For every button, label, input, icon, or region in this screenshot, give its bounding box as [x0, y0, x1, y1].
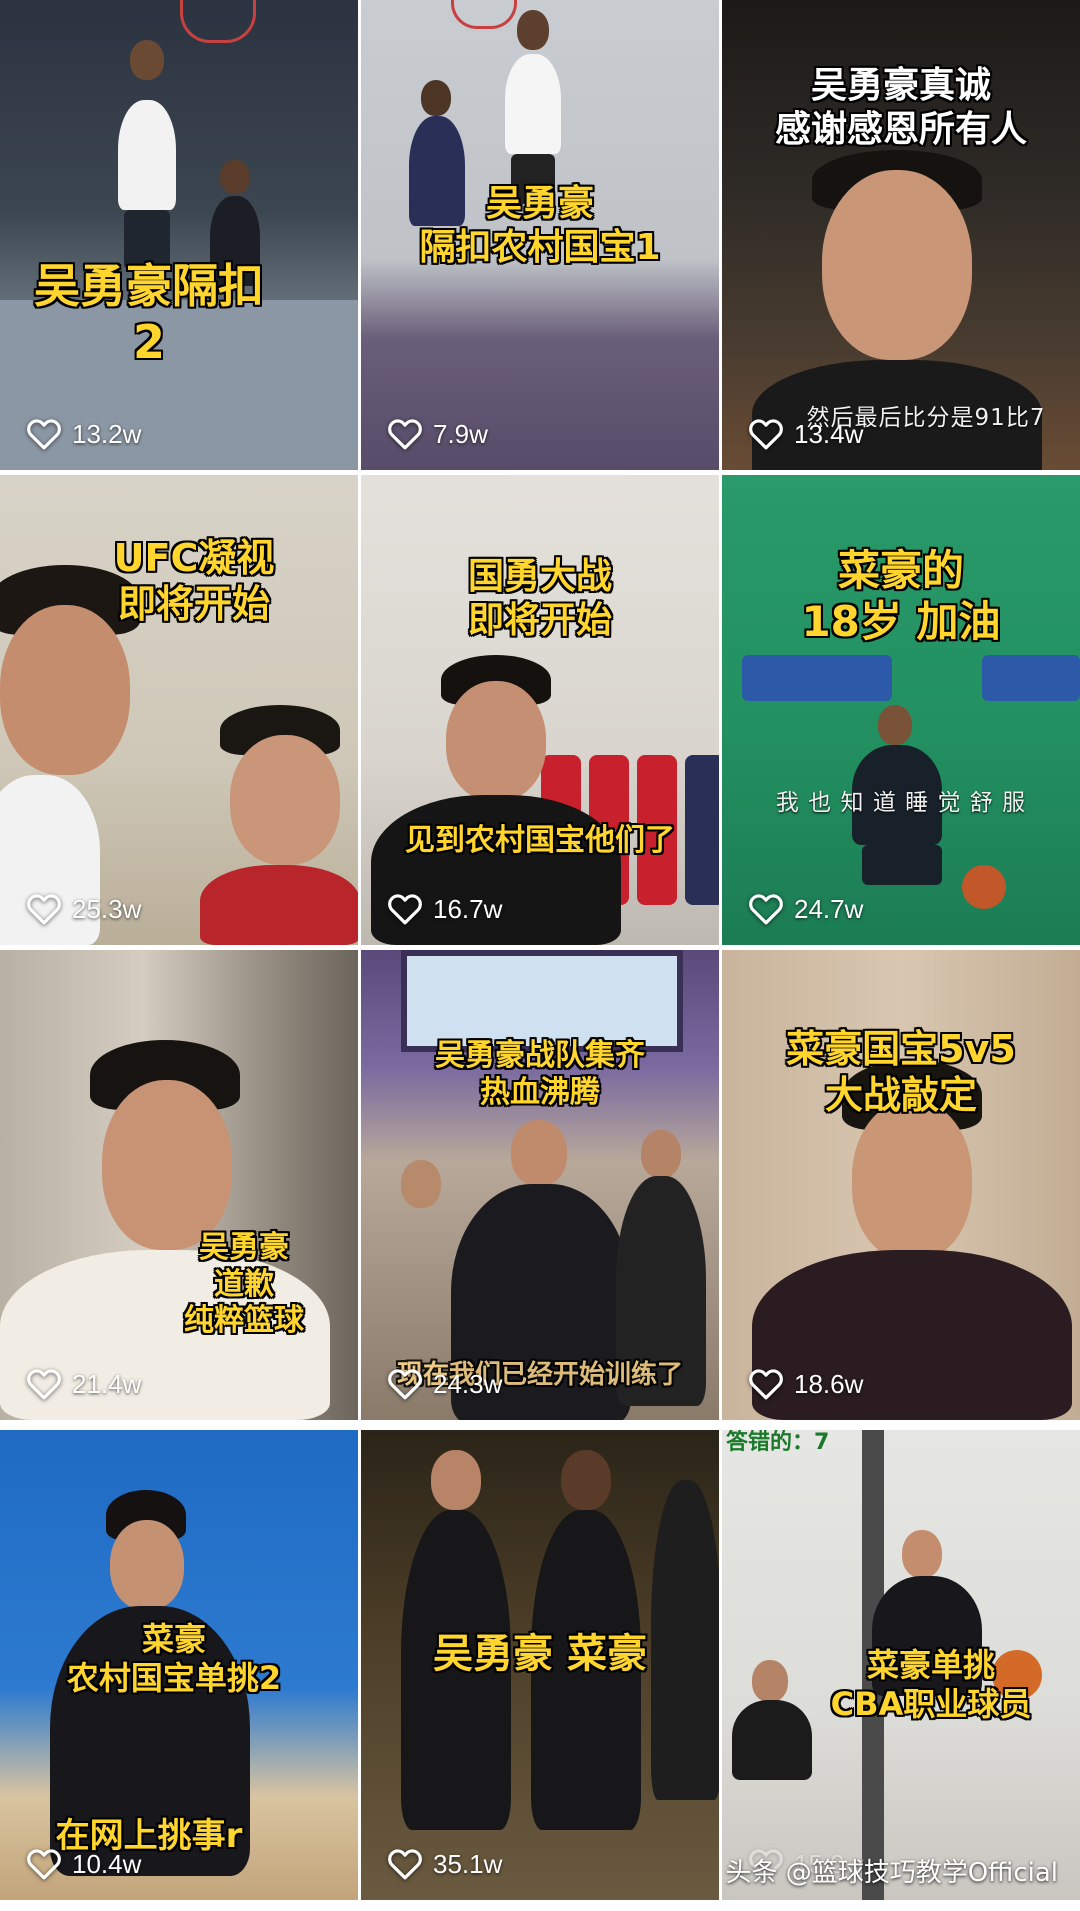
video-tile-11[interactable]: 吴勇豪 菜豪 35.1w [361, 1430, 719, 1900]
like-count-value: 24.7w [794, 893, 864, 924]
like-count-value: 21.4w [72, 1368, 142, 1399]
video-tile-6[interactable]: 菜豪的 18岁 加油 我 也 知 道 睡 觉 舒 服 24.7w [722, 475, 1080, 945]
like-count-value: 13.2w [72, 418, 142, 449]
video-caption: 吴勇豪 道歉 纯粹篮球 [184, 1230, 304, 1339]
like-count: 25.3w [26, 893, 141, 925]
like-count: 24.7w [748, 893, 863, 925]
video-tile-3[interactable]: 吴勇豪真诚 感谢感恩所有人 然后最后比分是91比7 13.4w [722, 0, 1080, 470]
heart-outline-icon [27, 1369, 61, 1400]
like-count: 13.2w [26, 418, 141, 450]
like-count: 18.6w [748, 1368, 863, 1400]
video-caption: 吴勇豪 隔扣农村国宝1 [419, 183, 661, 268]
like-count-value: 16.7w [433, 893, 503, 924]
like-count-value: 24.3w [433, 1368, 503, 1399]
video-caption: 菜豪 农村国宝单挑2 [66, 1620, 282, 1698]
like-count-value: 10.4w [72, 1848, 142, 1879]
heart-outline-icon [749, 419, 783, 450]
heart-outline-icon [388, 1369, 422, 1400]
like-count: 16.7w [387, 893, 502, 925]
video-caption: 吴勇豪 菜豪 [433, 1631, 647, 1677]
source-watermark: 头条 @篮球技巧教学Official [725, 1858, 1058, 1888]
heart-outline-icon [749, 1369, 783, 1400]
video-tile-12[interactable]: 菜豪单挑 CBA职业球员 答错的：7 15.0w [722, 1430, 1080, 1900]
like-count: 13.4w [748, 418, 863, 450]
video-caption: 菜豪单挑 CBA职业球员 [830, 1646, 1032, 1724]
heart-outline-icon [27, 419, 61, 450]
video-tile-2[interactable]: 吴勇豪 隔扣农村国宝1 7.9w [361, 0, 719, 470]
blue-chairs [982, 655, 1080, 701]
video-tile-7[interactable]: 吴勇豪 道歉 纯粹篮球 21.4w [0, 950, 358, 1420]
like-count-value: 13.4w [794, 418, 864, 449]
heart-outline-icon [27, 1849, 61, 1880]
video-tile-10[interactable]: 菜豪 农村国宝单挑2 在网上挑事r 10.4w [0, 1430, 358, 1900]
heart-outline-icon [388, 1849, 422, 1880]
video-caption: UFC凝视 即将开始 [113, 536, 275, 627]
like-count-value: 25.3w [72, 893, 142, 924]
video-subtitle: 见到农村国宝他们了 [405, 823, 675, 858]
like-count: 24.3w [387, 1368, 502, 1400]
heart-outline-icon [749, 894, 783, 925]
heart-outline-icon [388, 894, 422, 925]
video-caption: 菜豪的 18岁 加油 [801, 546, 1001, 647]
like-count-value: 18.6w [794, 1368, 864, 1399]
video-subtitle: 我 也 知 道 睡 觉 舒 服 [775, 790, 1027, 816]
video-tile-9[interactable]: 菜豪国宝5v5 大战敲定 18.6w [722, 950, 1080, 1420]
video-caption: 吴勇豪真诚 感谢感恩所有人 [774, 65, 1027, 150]
video-grid: 吴勇豪隔扣 2 13.2w 吴勇豪 隔扣农村国宝1 7.9w 吴勇豪真诚 感谢感… [0, 0, 1080, 1911]
video-tile-4[interactable]: UFC凝视 即将开始 25.3w [0, 475, 358, 945]
video-caption: 菜豪国宝5v5 大战敲定 [786, 1027, 1016, 1118]
windows [401, 950, 683, 1052]
video-tile-5[interactable]: 国勇大战 即将开始 见到农村国宝他们了 16.7w [361, 475, 719, 945]
like-count: 10.4w [26, 1848, 141, 1880]
like-count: 35.1w [387, 1848, 502, 1880]
video-caption: 吴勇豪战队集齐 热血沸腾 [435, 1038, 645, 1110]
heart-outline-icon [27, 894, 61, 925]
like-count-value: 7.9w [433, 418, 488, 449]
video-tile-8[interactable]: 吴勇豪战队集齐 热血沸腾 现在我们已经开始训练了 24.3w [361, 950, 719, 1420]
blue-chairs [742, 655, 892, 701]
like-count: 7.9w [387, 418, 488, 450]
video-subtitle: 答错的：7 [726, 1430, 830, 1455]
like-count-value: 35.1w [433, 1848, 503, 1879]
video-caption: 吴勇豪隔扣 2 [34, 259, 264, 370]
video-caption: 国勇大战 即将开始 [467, 556, 612, 641]
video-tile-1[interactable]: 吴勇豪隔扣 2 13.2w [0, 0, 358, 470]
like-count: 21.4w [26, 1368, 141, 1400]
heart-outline-icon [388, 419, 422, 450]
